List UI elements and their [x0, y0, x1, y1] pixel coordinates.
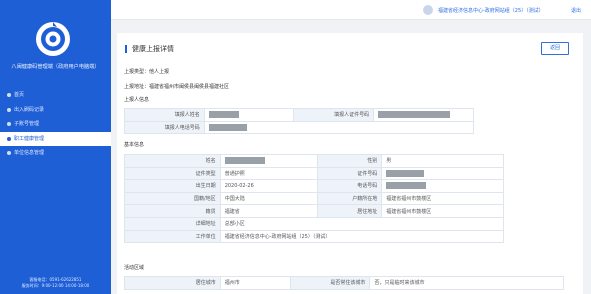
- birth-date-value: 2020-02-26: [219, 179, 319, 193]
- main-panel: 健康上报详情 返回 上报类型：他人上报 上报地址：福建省福州市闽侯县闽侯县福建社…: [117, 33, 583, 294]
- health-icon: [7, 136, 11, 141]
- resident-label: 是否常住该城市: [289, 276, 371, 290]
- name-value: [219, 154, 319, 168]
- reporter-name-value: [203, 108, 295, 122]
- phone-label: 电话号码: [317, 179, 383, 193]
- reporter-table: 填报人姓名 填报人证件号码 填报人电话号码: [124, 108, 475, 135]
- basic-info-table: 姓名 性别 男 证件类型 普通护照 证件号码 出生日期 2020-02-26 电…: [124, 154, 505, 244]
- doc-type-label: 证件类型: [124, 166, 221, 181]
- residence-value: 福建省福州市鼓楼区: [381, 204, 504, 218]
- redacted-block: [386, 182, 427, 190]
- report-type-label: 上报类型：: [124, 69, 150, 75]
- sidebar-item-label: 首页: [14, 92, 25, 98]
- redacted-block: [208, 123, 247, 131]
- company-value: 福建省经济信息中心-政府网站组（25）（测试）: [219, 229, 505, 244]
- activity-section-title: 活动区域: [124, 265, 145, 271]
- city-label: 居住城市: [124, 276, 221, 290]
- redacted-block: [386, 169, 425, 177]
- org-icon: [7, 151, 11, 156]
- service-hours-text: 服务时间：9:00-12:00 14:00-18:00: [21, 282, 90, 288]
- reporter-section-title: 上报人信息: [124, 97, 150, 103]
- redacted-block: [224, 157, 265, 165]
- home-icon: [7, 93, 11, 98]
- gender-value: 男: [381, 154, 504, 168]
- report-type-value: 他人上报: [149, 69, 170, 75]
- sidebar-item-employee-health[interactable]: 职工健康管理: [0, 131, 111, 146]
- reporter-phone-value: [203, 120, 475, 135]
- report-address: 上报地址：福建省福州市闽侯县闽侯县福建社区: [124, 83, 229, 90]
- doc-type-value: 普通护照: [219, 166, 319, 181]
- sidebar-nav: 首页 出入刷码记录 子账号管理 职工健康管理 单位信息管理: [0, 88, 111, 161]
- sidebar-item-home[interactable]: 首页: [0, 88, 111, 103]
- sidebar-item-access-records[interactable]: 出入刷码记录: [0, 103, 111, 118]
- page-title: 健康上报详情: [125, 45, 174, 53]
- sidebar-item-label: 子账号管理: [14, 121, 40, 127]
- basic-section-title: 基本信息: [124, 142, 145, 148]
- detail-address-label: 详细地址: [124, 216, 221, 231]
- city-value: 福州市: [219, 276, 291, 290]
- birth-date-label: 出生日期: [124, 179, 221, 193]
- records-icon: [7, 107, 11, 112]
- name-label: 姓名: [124, 154, 221, 168]
- sidebar-item-label: 出入刷码记录: [14, 106, 45, 113]
- back-button[interactable]: 返回: [541, 42, 569, 55]
- redacted-block: [378, 111, 451, 119]
- activity-table: 居住城市 福州市 是否常住该城市 否，只是临时来该城市: [124, 276, 564, 290]
- reporter-phone-label: 填报人电话号码: [124, 120, 205, 135]
- report-type: 上报类型：他人上报: [124, 68, 169, 75]
- logout-link[interactable]: 退出: [571, 7, 581, 14]
- sidebar-item-label: 单位信息管理: [14, 150, 45, 156]
- accounts-icon: [7, 122, 11, 127]
- reporter-id-value: [373, 108, 474, 122]
- reporter-name-label: 填报人姓名: [124, 108, 205, 122]
- app-logo-icon: [36, 22, 70, 56]
- sidebar-item-org-info[interactable]: 单位信息管理: [0, 146, 111, 161]
- nationality-value: 中国大陆: [219, 191, 319, 206]
- phone-value: [381, 179, 504, 193]
- doc-number-value: [381, 166, 504, 181]
- native-place-label: 籍贯: [124, 204, 221, 218]
- sidebar: 八闽健康码管理端（政府用户电脑端） 首页 出入刷码记录 子账号管理 职工健康管理…: [0, 0, 111, 294]
- avatar[interactable]: [423, 5, 433, 15]
- reporter-id-label: 填报人证件号码: [293, 108, 375, 122]
- company-label: 工作单位: [124, 229, 221, 244]
- top-bar: 福建省经济信息中心-政府网站组（25）（测试） 退出: [111, 0, 591, 20]
- native-place-value: 福建省: [219, 204, 319, 218]
- household-label: 户籍所在地: [317, 191, 383, 206]
- residence-label: 居住地址: [317, 204, 383, 218]
- nationality-label: 国籍/地区: [124, 191, 221, 206]
- sidebar-item-sub-accounts[interactable]: 子账号管理: [0, 117, 111, 132]
- current-user[interactable]: 福建省经济信息中心-政府网站组（25）（测试）: [438, 7, 544, 14]
- app-title: 八闽健康码管理端（政府用户电脑端）: [11, 64, 100, 70]
- resident-value: 否，只是临时来该城市: [369, 276, 564, 290]
- sidebar-footer: 客服电话：0591-62622851 服务时间：9:00-12:00 14:00…: [0, 277, 111, 288]
- report-address-label: 上报地址：: [124, 84, 150, 90]
- sidebar-item-label: 职工健康管理: [14, 135, 45, 142]
- detail-address-value: 总部小区: [219, 216, 505, 231]
- gender-label: 性别: [317, 154, 383, 168]
- doc-number-label: 证件号码: [317, 166, 383, 181]
- household-value: 福建省福州市鼓楼区: [381, 191, 504, 206]
- redacted-block: [208, 111, 239, 119]
- report-address-value: 福建省福州市闽侯县闽侯县福建社区: [149, 84, 230, 90]
